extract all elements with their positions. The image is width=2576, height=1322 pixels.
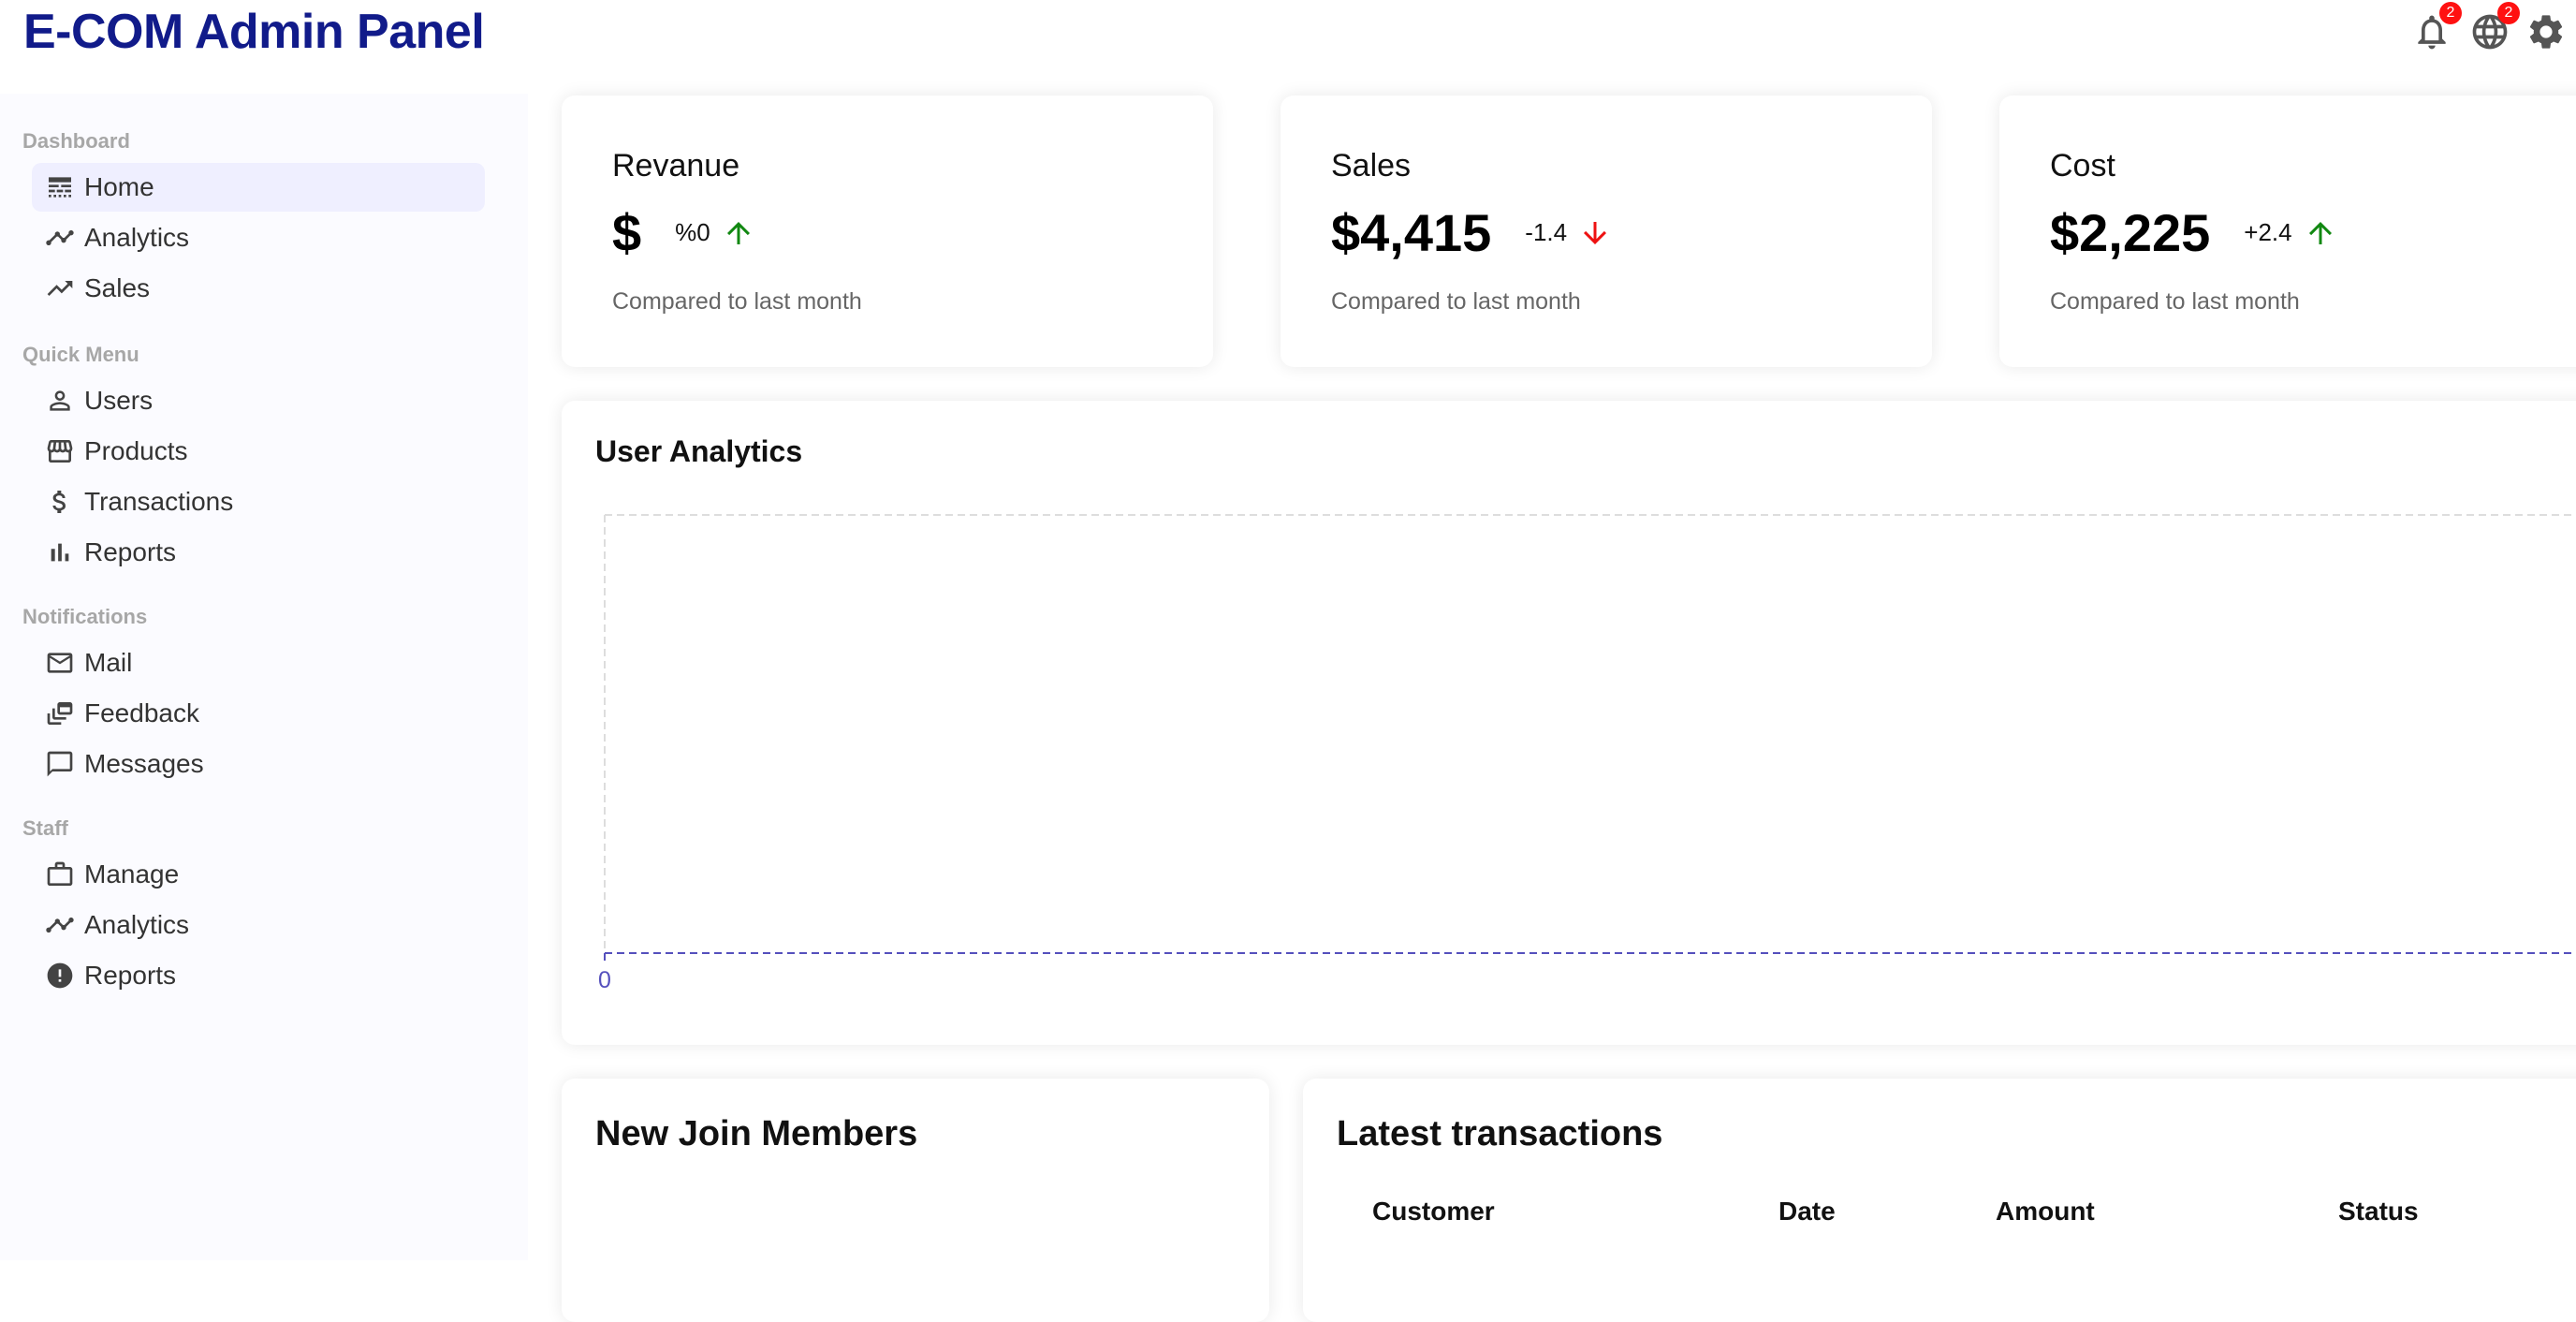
sidebar-item-label: Transactions xyxy=(84,487,234,516)
sidebar-item-label: Messages xyxy=(84,749,204,778)
notifications-button[interactable]: 2 xyxy=(2411,2,2462,52)
arrow-up-icon xyxy=(720,214,757,252)
sidebar-item-label: Sales xyxy=(84,273,151,302)
sidebar-item-label: Reports xyxy=(84,961,177,990)
chat-bubble-outline-icon xyxy=(36,740,84,788)
line-style-icon xyxy=(36,163,84,212)
sidebar-item-label: Users xyxy=(84,386,154,415)
featured-money-row: $4,415 -1.4 xyxy=(1331,202,1614,263)
sidebar-item-label: Manage xyxy=(84,859,180,889)
sidebar-item-users[interactable]: Users xyxy=(32,376,485,425)
timeline-icon xyxy=(36,213,84,262)
column-header-status: Status xyxy=(2338,1197,2419,1226)
featured-rate: -1.4 xyxy=(1525,218,1568,246)
sidebar-item-label: Home xyxy=(84,172,154,201)
featured-title: Cost xyxy=(2050,148,2115,184)
sidebar-item-manage[interactable]: Manage xyxy=(32,850,485,899)
sidebar-item-label: Analytics xyxy=(84,910,190,939)
sidebar-item-home[interactable]: Home xyxy=(32,163,485,212)
column-header-amount: Amount xyxy=(1996,1197,2095,1226)
dynamic-feed-icon xyxy=(36,689,84,738)
chart-plot: 0 a xyxy=(598,514,2576,993)
sidebar-item-label: Mail xyxy=(84,648,133,677)
report-icon xyxy=(36,951,84,1000)
sidebar-section-dashboard: Dashboard xyxy=(22,129,130,153)
widget-title: New Join Members xyxy=(595,1114,918,1153)
main-content: Revanue $ %0 Compared to last month Sale… xyxy=(528,94,2576,1322)
featured-rate: %0 xyxy=(675,218,710,246)
settings-button[interactable] xyxy=(2525,11,2567,52)
mail-outline-icon xyxy=(36,639,84,687)
featured-title: Revanue xyxy=(612,148,740,184)
sidebar-item-label: Reports xyxy=(84,537,177,566)
featured-money-row: $ %0 xyxy=(612,202,757,263)
arrow-down-icon xyxy=(1576,214,1614,252)
column-header-customer: Customer xyxy=(1372,1197,1495,1226)
featured-card-cost: Cost $2,225 +2.4 Compared to last month xyxy=(1999,95,2576,367)
bar-chart-icon xyxy=(36,528,84,577)
featured-card-sales: Sales $4,415 -1.4 Compared to last month xyxy=(1281,95,1932,367)
featured-card-revenue: Revanue $ %0 Compared to last month xyxy=(562,95,1213,367)
sidebar-item-feedback[interactable]: Feedback xyxy=(32,689,485,738)
trending-up-icon xyxy=(36,264,84,313)
sidebar-section-notifications: Notifications xyxy=(22,605,148,628)
sidebar-item-label: Analytics xyxy=(84,223,190,252)
featured-subtitle: Compared to last month xyxy=(2050,288,2300,315)
featured-title: Sales xyxy=(1331,148,1412,184)
storefront-icon xyxy=(36,427,84,476)
timeline-icon xyxy=(36,901,84,949)
featured-rate: +2.4 xyxy=(2244,218,2292,246)
sidebar-item-sales[interactable]: Sales xyxy=(32,264,485,313)
sidebar-item-messages[interactable]: Messages xyxy=(32,740,485,788)
sidebar-item-staff-analytics[interactable]: Analytics xyxy=(32,901,485,949)
sidebar-item-transactions[interactable]: Transactions xyxy=(32,477,485,526)
sidebar-item-label: Feedback xyxy=(84,698,199,727)
latest-transactions-widget: Latest transactions Customer Date Amount… xyxy=(1303,1079,2576,1322)
chart-x-tick-label: 0 xyxy=(598,967,611,993)
sidebar-item-reports[interactable]: Reports xyxy=(32,528,485,577)
sidebar-section-staff: Staff xyxy=(22,816,68,840)
sidebar-item-label: Products xyxy=(84,436,188,465)
sidebar: Dashboard Home Analytics Sales Quick Men… xyxy=(0,94,528,1260)
sidebar-item-products[interactable]: Products xyxy=(32,427,485,476)
sidebar-item-mail[interactable]: Mail xyxy=(32,639,485,687)
person-outline-icon xyxy=(36,376,84,425)
arrow-up-icon xyxy=(2302,214,2339,252)
featured-money: $4,415 xyxy=(1331,203,1492,262)
featured-money: $2,225 xyxy=(2050,203,2211,262)
sidebar-item-staff-reports[interactable]: Reports xyxy=(32,951,485,1000)
new-members-widget: New Join Members xyxy=(562,1079,1269,1322)
notifications-badge: 2 xyxy=(2439,2,2462,24)
work-outline-icon xyxy=(36,850,84,899)
topbar: E-COM Admin Panel 2 2 xyxy=(0,0,2576,94)
language-badge: 2 xyxy=(2497,2,2520,24)
featured-money: $ xyxy=(612,203,642,262)
featured-subtitle: Compared to last month xyxy=(612,288,862,315)
sidebar-item-analytics[interactable]: Analytics xyxy=(32,213,485,262)
featured-money-row: $2,225 +2.4 xyxy=(2050,202,2339,263)
sidebar-section-quick-menu: Quick Menu xyxy=(22,343,139,366)
dollar-icon xyxy=(36,477,84,526)
column-header-date: Date xyxy=(1778,1197,1836,1226)
user-analytics-chart: User Analytics 0 a xyxy=(562,401,2576,1045)
featured-subtitle: Compared to last month xyxy=(1331,288,1581,315)
widget-title: Latest transactions xyxy=(1337,1114,1663,1153)
app-logo[interactable]: E-COM Admin Panel xyxy=(23,4,485,60)
language-button[interactable]: 2 xyxy=(2469,2,2520,52)
gear-icon xyxy=(2529,15,2563,49)
